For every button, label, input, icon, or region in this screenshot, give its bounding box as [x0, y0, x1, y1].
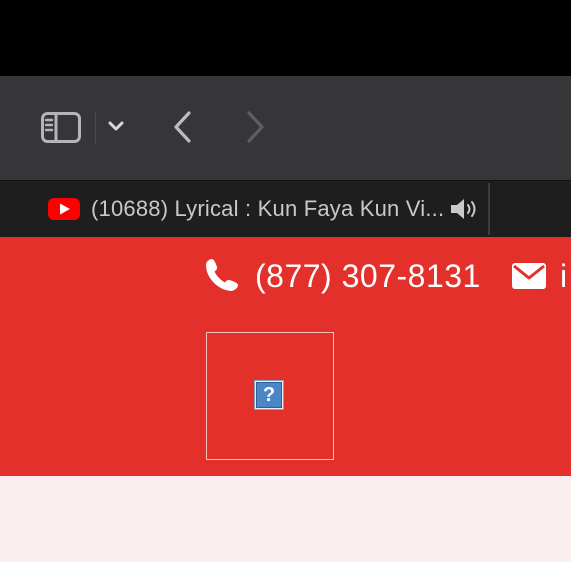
chevron-down-icon: [108, 121, 124, 131]
tab-title: (10688) Lyrical : Kun Faya Kun Vi...: [91, 196, 445, 221]
back-button[interactable]: [170, 110, 196, 144]
browser-toolbar: [0, 76, 571, 180]
sidebar-menu-dropdown[interactable]: [106, 118, 126, 136]
envelope-icon: [512, 263, 546, 289]
sidebar-toggle-button[interactable]: [41, 112, 81, 143]
chevron-left-icon: [174, 111, 191, 143]
tab-divider: [488, 183, 490, 235]
broken-image-glyph: ?: [262, 384, 276, 406]
page-content-area: [0, 476, 571, 562]
speaker-icon[interactable]: [449, 197, 481, 221]
youtube-icon: [48, 198, 80, 220]
window-top-area: [0, 0, 571, 76]
email-link[interactable]: i: [560, 256, 567, 296]
chevron-right-icon: [247, 111, 264, 143]
phone-link[interactable]: (877) 307-8131: [255, 256, 481, 296]
broken-image-icon: ?: [254, 380, 284, 410]
phone-icon: [204, 257, 240, 293]
toolbar-divider: [95, 111, 96, 145]
sidebar-icon: [41, 112, 81, 143]
forward-button[interactable]: [242, 110, 268, 144]
